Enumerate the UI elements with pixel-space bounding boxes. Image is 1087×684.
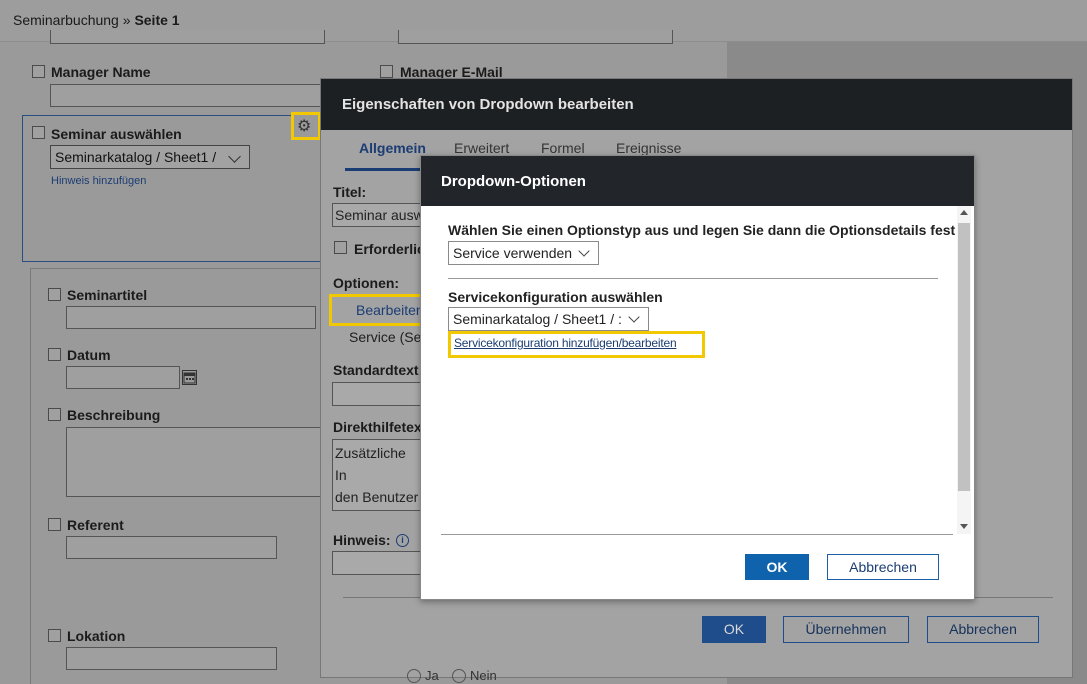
- prev-field-input[interactable]: [50, 30, 325, 44]
- datum-label: Datum: [67, 347, 111, 363]
- service-config-value: Seminarkatalog / Sheet1 / :: [453, 311, 622, 327]
- chevron-down-icon: [578, 245, 590, 257]
- breadcrumb-separator: »: [118, 12, 135, 28]
- seminartitel-checkbox[interactable]: [48, 288, 61, 301]
- properties-dialog-header: Eigenschaften von Dropdown bearbeiten: [321, 79, 1072, 130]
- titel-input[interactable]: Seminar ausw: [332, 203, 422, 227]
- tab-ereignisse[interactable]: Ereignisse: [616, 140, 681, 156]
- properties-ok-button[interactable]: OK: [702, 616, 766, 643]
- option-type-value: Service verwenden: [453, 245, 573, 261]
- seminar-select-dropdown[interactable]: Seminarkatalog / Sheet1 /: [50, 145, 250, 169]
- gear-icon: ⚙: [297, 118, 312, 135]
- default-text-input[interactable]: [332, 382, 422, 406]
- scroll-up-arrow-icon[interactable]: [960, 210, 968, 215]
- manager-name-label: Manager Name: [51, 64, 151, 80]
- help-text-line-1: Zusätzliche In: [335, 445, 406, 483]
- seminartitel-label: Seminartitel: [67, 287, 148, 303]
- dropdown-cancel-button[interactable]: Abbrechen: [827, 554, 939, 580]
- help-text-textarea[interactable]: Zusätzliche In den Benutzer h: [332, 439, 422, 511]
- tab-allgemein[interactable]: Allgemein: [359, 140, 426, 156]
- service-config-label: Servicekonfiguration auswählen: [448, 289, 663, 305]
- dropdown-options-footer-separator: [441, 534, 953, 535]
- info-icon[interactable]: i: [396, 534, 409, 547]
- lokation-label: Lokation: [67, 628, 126, 644]
- apply-button[interactable]: Übernehmen: [783, 616, 909, 643]
- seminar-select-label: Seminar auswählen: [51, 126, 182, 142]
- dropdown-options-title: Dropdown-Optionen: [441, 173, 586, 190]
- manager-name-checkbox[interactable]: [32, 65, 45, 78]
- properties-cancel-button[interactable]: Abbrechen: [927, 616, 1039, 643]
- beschreibung-label: Beschreibung: [67, 407, 161, 423]
- radio-no[interactable]: [452, 669, 466, 683]
- breadcrumb-current: Seite 1: [134, 12, 180, 28]
- seminartitel-input[interactable]: [66, 306, 316, 329]
- help-text-line-2: den Benutzer h: [335, 489, 419, 505]
- help-text-label: Direkthilfetext: [333, 419, 427, 435]
- chevron-down-icon: [228, 150, 241, 163]
- hint-input[interactable]: [332, 551, 422, 575]
- breadcrumb: Seminarbuchung » Seite 1: [13, 12, 180, 28]
- field-settings-button[interactable]: ⚙: [291, 112, 321, 140]
- scrollbar-thumb[interactable]: [958, 223, 970, 491]
- datum-checkbox[interactable]: [48, 348, 61, 361]
- dropdown-options-header: Dropdown-Optionen: [421, 156, 974, 206]
- edit-options-label: Bearbeiten: [356, 302, 424, 318]
- referent-checkbox[interactable]: [48, 518, 61, 531]
- breadcrumb-parent[interactable]: Seminarbuchung: [13, 12, 119, 28]
- tab-formel[interactable]: Formel: [541, 140, 585, 156]
- add-edit-service-config-link[interactable]: Servicekonfiguration hinzufügen/bearbeit…: [454, 336, 677, 350]
- option-type-select[interactable]: Service verwenden: [448, 241, 599, 265]
- options-divider: [448, 278, 938, 279]
- chevron-down-icon: [628, 311, 640, 323]
- lokation-input[interactable]: [66, 647, 277, 670]
- service-config-link-highlight: Servicekonfiguration hinzufügen/bearbeit…: [448, 331, 705, 358]
- beschreibung-checkbox[interactable]: [48, 408, 61, 421]
- dropdown-ok-button[interactable]: OK: [745, 554, 809, 580]
- option-type-label: Wählen Sie einen Optionstyp aus und lege…: [448, 222, 956, 238]
- referent-input[interactable]: [66, 536, 277, 559]
- radio-no-label: Nein: [470, 668, 497, 683]
- required-label: Erforderlic: [354, 241, 425, 257]
- active-tab-indicator: [345, 168, 427, 171]
- manager-name-input[interactable]: [50, 84, 325, 107]
- seminar-select-checkbox[interactable]: [32, 126, 45, 139]
- dialog-scrollbar[interactable]: [957, 206, 971, 534]
- prev-field-input-right[interactable]: [398, 30, 673, 44]
- properties-dialog-title: Eigenschaften von Dropdown bearbeiten: [342, 96, 634, 113]
- options-label: Optionen:: [333, 275, 400, 291]
- radio-yes-label: Ja: [425, 668, 439, 683]
- default-text-label: Standardtext:: [333, 362, 424, 378]
- required-checkbox[interactable]: [334, 241, 347, 254]
- datum-input[interactable]: [66, 366, 180, 389]
- add-hint-link[interactable]: Hinweis hinzufügen: [51, 175, 146, 187]
- calendar-icon[interactable]: [182, 370, 197, 385]
- manager-email-checkbox[interactable]: [380, 65, 393, 78]
- radio-yes[interactable]: [407, 669, 421, 683]
- service-config-select[interactable]: Seminarkatalog / Sheet1 / :: [448, 307, 649, 331]
- options-source-text: Service (Ser: [349, 329, 427, 345]
- edit-options-button[interactable]: Bearbeiten: [329, 294, 427, 326]
- titel-label: Titel:: [333, 184, 367, 200]
- hint-label: Hinweis:: [333, 532, 391, 548]
- scroll-down-arrow-icon[interactable]: [960, 524, 968, 529]
- lokation-checkbox[interactable]: [48, 629, 61, 642]
- referent-label: Referent: [67, 517, 124, 533]
- beschreibung-textarea[interactable]: [66, 427, 324, 497]
- seminar-select-value: Seminarkatalog / Sheet1 /: [55, 149, 217, 165]
- tab-erweitert[interactable]: Erweitert: [454, 140, 509, 156]
